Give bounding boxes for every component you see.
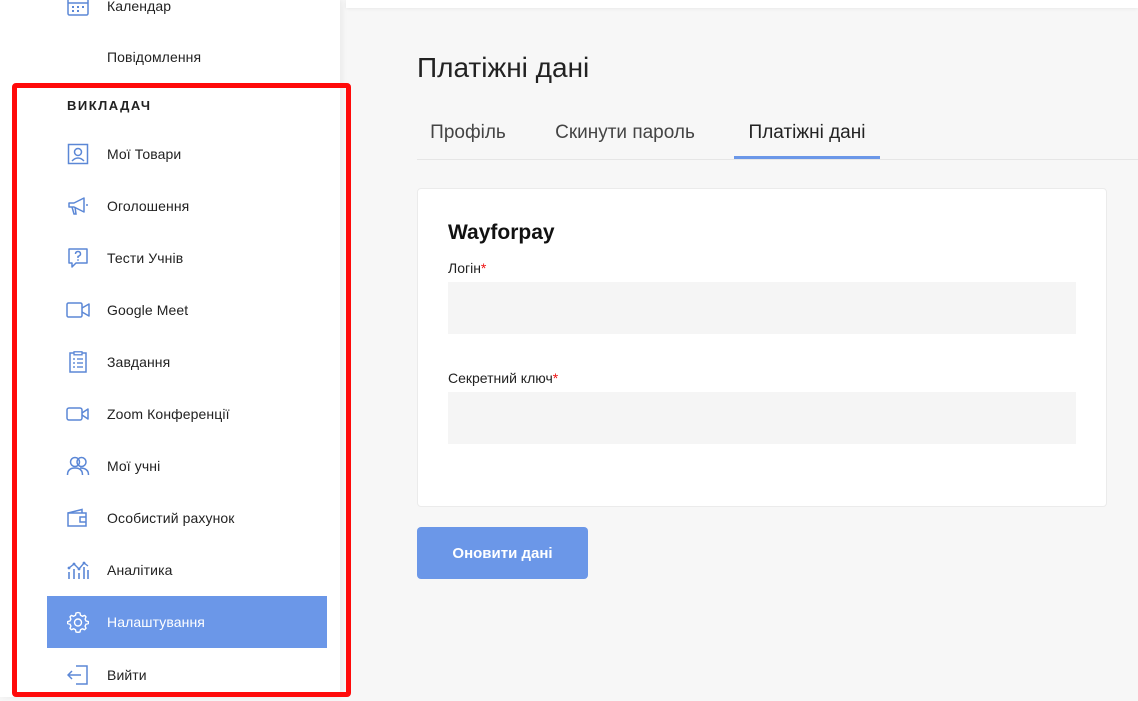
tab-payment-details[interactable]: Платіжні дані	[734, 111, 880, 159]
tab-reset-password[interactable]: Скинути пароль	[539, 111, 711, 158]
sidebar-item-analytics[interactable]: Аналітика	[47, 544, 327, 596]
secret-key-input[interactable]	[448, 392, 1076, 444]
sidebar-item-tasks[interactable]: Завдання	[47, 336, 327, 388]
sidebar-item-my-students[interactable]: Мої учні	[47, 440, 327, 492]
sidebar-item-zoom[interactable]: Zoom Конференції	[47, 388, 327, 440]
zoom-camera-icon	[66, 402, 90, 426]
secret-key-label-text: Секретний ключ	[448, 370, 553, 386]
secret-key-label: Секретний ключ*	[448, 370, 558, 386]
tab-profile[interactable]: Профіль	[417, 111, 519, 158]
sidebar-item-label: Тести Учнів	[107, 250, 184, 266]
sidebar-item-my-products[interactable]: Мої Товари	[47, 128, 327, 180]
checklist-icon	[66, 350, 90, 374]
sidebar-item-label: Календар	[107, 0, 172, 14]
required-mark: *	[552, 370, 559, 386]
users-icon	[66, 454, 90, 478]
sidebar-item-student-tests[interactable]: Тести Учнів	[47, 232, 327, 284]
sidebar-item-label: Особистий рахунок	[107, 510, 235, 526]
sidebar-item-messages[interactable]: Повідомлення	[47, 31, 327, 83]
megaphone-icon	[66, 194, 90, 218]
sidebar-item-label: Налаштування	[107, 614, 205, 630]
card-title: Wayforpay	[448, 221, 555, 244]
sidebar-item-logout[interactable]: Вийти	[47, 649, 327, 701]
sidebar-item-label: Мої Товари	[107, 146, 182, 162]
sidebar-item-label: Оголошення	[107, 198, 190, 214]
login-label-text: Логін	[448, 260, 481, 276]
sidebar-item-label: Аналітика	[107, 562, 173, 578]
sidebar-section-title: ВИКЛАДАЧ	[67, 98, 152, 113]
video-camera-icon	[66, 298, 90, 322]
sidebar: Календар Повідомлення ВИКЛАДАЧ Мої Товар…	[0, 0, 351, 697]
update-data-button[interactable]: Оновити дані	[417, 527, 588, 579]
sidebar-item-calendar[interactable]: Календар	[47, 0, 327, 32]
sidebar-item-label: Zoom Конференції	[107, 406, 230, 422]
calendar-icon	[66, 0, 90, 18]
sidebar-item-label: Google Meet	[107, 302, 189, 318]
required-mark: *	[480, 260, 487, 276]
analytics-icon	[66, 558, 90, 582]
question-icon	[66, 246, 90, 270]
page-title: Платіжні дані	[417, 52, 590, 83]
sidebar-item-google-meet[interactable]: Google Meet	[47, 284, 327, 336]
login-label: Логін*	[448, 260, 486, 276]
top-bar	[346, 0, 1138, 8]
sidebar-item-label: Повідомлення	[107, 49, 202, 65]
payment-card: Wayforpay Логін* Секретний ключ*	[417, 188, 1107, 507]
wallet-icon	[66, 506, 90, 530]
sidebar-item-personal-account[interactable]: Особистий рахунок	[47, 492, 327, 544]
sidebar-item-label: Завдання	[107, 354, 171, 370]
sidebar-item-settings[interactable]: Налаштування	[47, 596, 327, 648]
products-icon	[66, 142, 90, 166]
gear-icon	[66, 610, 90, 634]
tabs: Профіль Скинути пароль Платіжні дані	[417, 111, 1138, 160]
logout-icon	[66, 663, 90, 687]
sidebar-item-label: Вийти	[107, 667, 147, 683]
sidebar-item-announcements[interactable]: Оголошення	[47, 180, 327, 232]
sidebar-item-label: Мої учні	[107, 458, 161, 474]
login-input[interactable]	[448, 282, 1076, 334]
